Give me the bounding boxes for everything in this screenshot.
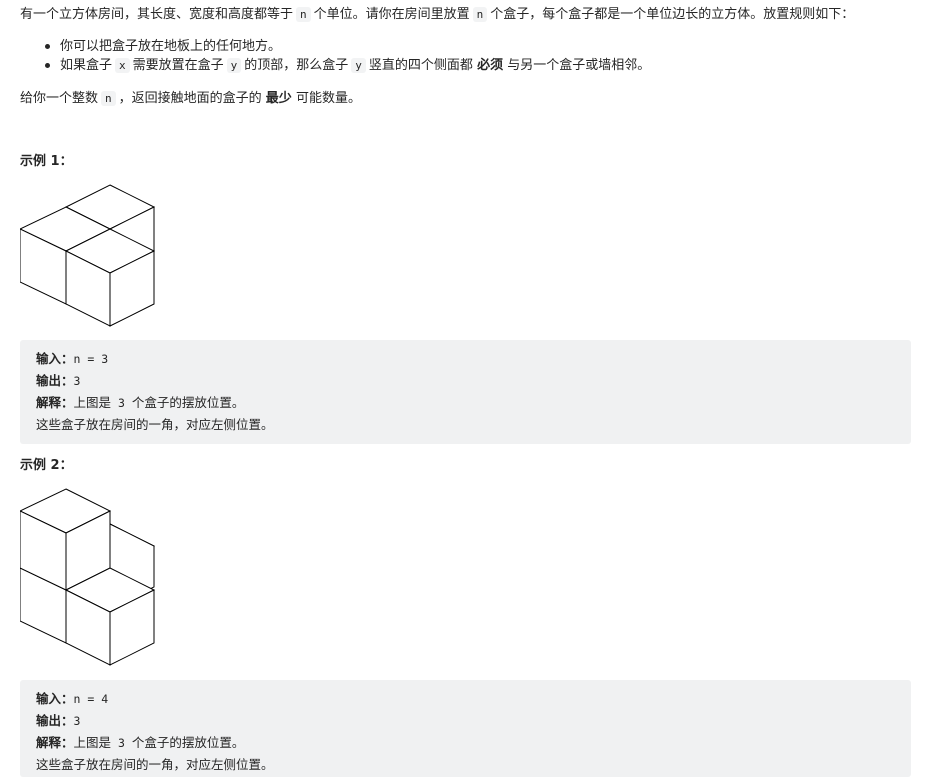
intro-text-2: 个单位。请你在房间里放置 xyxy=(313,7,470,22)
example-1-title: 示例 1： xyxy=(20,154,73,169)
intro-text-1: 有一个立方体房间，其长度、宽度和高度都等于 xyxy=(20,7,294,22)
task-text: ，返回接触地面的盒子的 xyxy=(118,91,262,106)
code-y: y xyxy=(351,58,366,73)
rule-emphasis: 必须 xyxy=(477,58,504,73)
example-2-input: 输入：n = 4 xyxy=(36,691,109,706)
task-emphasis: 最少 xyxy=(265,91,292,106)
example-1-output: 输出：3 xyxy=(36,373,81,388)
code-n: n xyxy=(296,7,311,22)
rules-list: 你可以把盒子放在地板上的任何地方。 如果盒子 x 需要放置在盒子 y 的顶部，那么盒子 y… xyxy=(20,37,650,75)
intro-paragraph: 有一个立方体房间，其长度、宽度和高度都等于 n 个单位。请你在房间里放置 n 个盒子，每… xyxy=(20,4,854,26)
task-text: 可能数量。 xyxy=(295,91,361,106)
rule-text: 的顶部，那么盒子 xyxy=(244,58,349,73)
code-n: n xyxy=(101,91,116,106)
example-2-output: 输出：3 xyxy=(36,713,81,728)
example-1-figure xyxy=(20,184,156,327)
example-2-box: 输入：n = 4 输出：3 解释：上图是 3 个盒子的摆放位置。 这些盒子放在房… xyxy=(20,680,911,777)
example-2-title: 示例 2： xyxy=(20,458,73,473)
example-1-input: 输入：n = 3 xyxy=(36,351,109,366)
rule-item: 如果盒子 x 需要放置在盒子 y 的顶部，那么盒子 y 竖直的四个侧面都 必须 与另一个盒子… xyxy=(44,56,651,75)
example-2-note: 这些盒子放在房间的一角，对应左侧位置。 xyxy=(36,757,274,772)
task-text: 给你一个整数 xyxy=(20,91,99,106)
rule-text: 需要放置在盒子 xyxy=(132,58,224,73)
example-2-explanation: 解释：上图是 3 个盒子的摆放位置。 xyxy=(36,735,245,750)
task-paragraph: 给你一个整数 n ，返回接触地面的盒子的 最少 可能数量。 xyxy=(20,88,361,110)
code-x: x xyxy=(115,58,130,73)
code-y: y xyxy=(226,58,242,73)
rule-text: 竖直的四个侧面都 xyxy=(368,58,473,73)
rule-item: 你可以把盒子放在地板上的任何地方。 xyxy=(44,37,650,56)
example-1-box: 输入：n = 3 输出：3 解释：上图是 3 个盒子的摆放位置。 这些盒子放在房… xyxy=(20,340,911,444)
rule-text: 与另一个盒子或墙相邻。 xyxy=(507,58,651,73)
code-n: n xyxy=(472,7,488,22)
intro-text-3: 个盒子，每个盒子都是一个单位边长的立方体。放置规则如下： xyxy=(490,7,855,22)
example-1-explanation: 解释：上图是 3 个盒子的摆放位置。 xyxy=(36,395,245,410)
rule-text: 如果盒子 xyxy=(60,58,113,73)
rule-text: 你可以把盒子放在地板上的任何地方。 xyxy=(60,39,282,54)
example-2-figure xyxy=(20,488,156,666)
example-1-note: 这些盒子放在房间的一角，对应左侧位置。 xyxy=(36,417,274,432)
